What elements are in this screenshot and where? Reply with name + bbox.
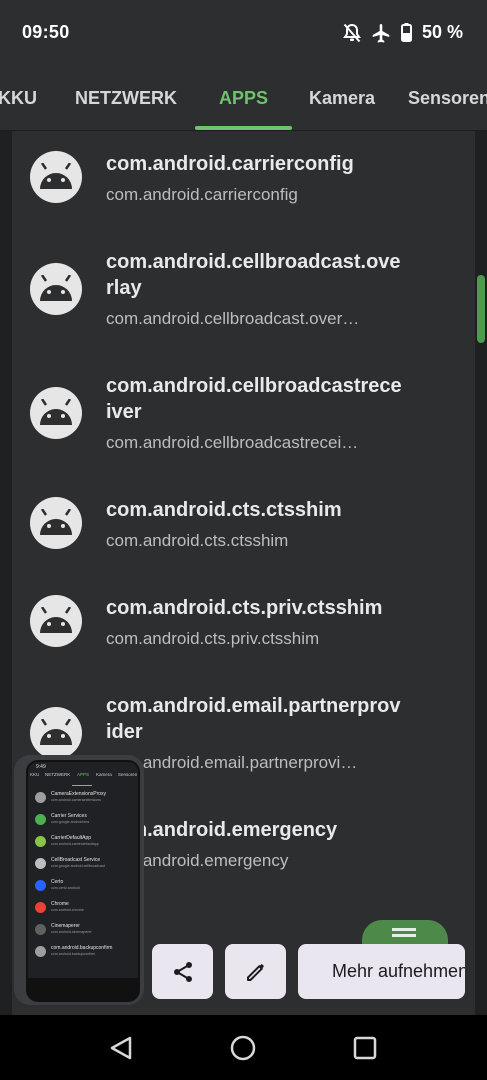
thumb-tabs: KKU NETZWERK APPS Kamera Sensoren <box>28 772 138 786</box>
thumb-app-package: com.android.chrome <box>51 908 84 912</box>
app-title: com.android.cts.priv.ctsshim <box>106 597 383 619</box>
thumb-app-name: CarrierDefaultApp <box>51 835 92 841</box>
capture-more-button[interactable]: Mehr aufnehmen <box>298 944 465 999</box>
thumb-list-item: com.android.backupconfirm com.android.ba… <box>35 944 131 962</box>
tab-kamera[interactable]: Kamera <box>309 88 375 109</box>
android-icon <box>30 497 82 549</box>
scrollbar-thumb[interactable] <box>477 275 485 343</box>
thumb-app-package: com.android.cameraextensions <box>51 798 101 802</box>
android-icon <box>30 707 82 759</box>
thumb-tab: KKU <box>30 772 40 777</box>
thumb-app-package: com.google.android.cellbroadcast <box>51 864 105 868</box>
thumb-app-name: Cinemaperer <box>51 923 80 929</box>
back-icon[interactable] <box>108 1035 134 1061</box>
thumb-nav-bar <box>28 978 138 1000</box>
app-title: com.android.carrierconfig <box>106 153 354 175</box>
tab-netzwerk[interactable]: NETZWERK <box>75 88 177 109</box>
thumb-app-package: com.android.cinemaperer <box>51 930 92 934</box>
pencil-icon <box>246 963 264 981</box>
android-icon <box>30 595 82 647</box>
share-button[interactable] <box>152 944 213 999</box>
app-package: com.android.cts.priv.ctsshim <box>106 629 320 648</box>
app-package: com.android.emergency <box>106 851 289 870</box>
thumb-time: 9:49 <box>36 764 46 770</box>
app-title: com.android.email.partnerprovider <box>106 695 401 743</box>
thumb-list-item: Chrome com.android.chrome <box>35 900 131 918</box>
battery-percent: 50 % <box>421 22 463 42</box>
thumb-tab: Sensoren <box>118 772 138 777</box>
thumb-app-package: com.google.android.ims <box>51 820 90 824</box>
thumb-app-name: com.android.backupconfirm <box>51 945 113 951</box>
thumb-list-item: CarrierDefaultApp com.android.carrierdef… <box>35 834 131 852</box>
thumb-list-item: Cinemaperer com.android.cinemaperer <box>35 922 131 940</box>
status-icons: 50 % <box>343 22 463 43</box>
menu-icon <box>392 928 416 931</box>
app-icon <box>35 858 46 869</box>
thumb-app-name: Chrome <box>51 901 69 907</box>
recents-icon[interactable] <box>353 1036 377 1060</box>
thumb-list-item: Carrier Services com.google.android.ims <box>35 812 131 830</box>
thumb-list-item: CameraExtensionsProxy com.android.camera… <box>35 790 131 808</box>
capture-more-label: Mehr aufnehmen <box>332 961 465 981</box>
status-time: 09:50 <box>22 22 70 42</box>
android-icon <box>30 151 82 203</box>
app-icon <box>35 792 46 803</box>
app-icon <box>35 902 46 913</box>
thumb-app-package: com.android.backupconfirm <box>51 952 96 956</box>
thumb-app-name: Certo <box>51 879 64 885</box>
thumb-app-name: Carrier Services <box>51 813 87 819</box>
screenshot-edge-left <box>0 131 12 1015</box>
screenshot-thumbnail[interactable]: 9:49 KKU NETZWERK APPS Kamera Sensoren C… <box>26 760 140 1002</box>
navigation-bar <box>0 1015 487 1080</box>
tab-indicator <box>195 126 292 130</box>
thumb-app-name: CellBroadcast Service <box>51 857 101 863</box>
app-package: com.android.cellbroadcast.over… <box>106 309 360 328</box>
thumb-tab: APPS <box>77 772 90 777</box>
app-package: com.android.carrierconfig <box>106 185 298 204</box>
app-icon <box>35 924 46 935</box>
edit-button[interactable] <box>225 944 286 999</box>
thumb-list-item: CellBroadcast Service com.google.android… <box>35 856 131 874</box>
tab-bar: KKU NETZWERK APPS Kamera Sensoren <box>0 66 487 131</box>
tab-akku[interactable]: KKU <box>0 88 37 109</box>
airplane-mode-icon <box>372 23 390 42</box>
tab-sensoren[interactable]: Sensoren <box>408 88 487 109</box>
thumb-tab: NETZWERK <box>45 772 71 777</box>
app-title: com.android.cellbroadcast.overlay <box>106 251 401 299</box>
tab-apps[interactable]: APPS <box>219 88 268 109</box>
thumb-tab-indicator <box>72 785 92 786</box>
thumb-app-package: com.android.carrierdefaultapp <box>51 842 99 846</box>
app-package: com.android.cellbroadcastrecei… <box>106 433 359 452</box>
thumb-list-item: Certo com.certo.android <box>35 878 131 896</box>
app-package: com.android.email.partnerprovi… <box>106 753 358 772</box>
home-icon[interactable] <box>230 1035 256 1061</box>
app-title: com.android.cellbroadcastreceiver <box>106 375 402 423</box>
share-icon <box>173 961 192 982</box>
app-icon <box>35 880 46 891</box>
notifications-off-icon <box>343 23 361 42</box>
app-package: com.android.cts.ctsshim <box>106 531 289 550</box>
app-title: com.android.cts.ctsshim <box>106 499 342 521</box>
app-icon <box>35 836 46 847</box>
app-title: com.android.emergency <box>106 819 338 841</box>
battery-icon <box>400 23 412 42</box>
thumb-tab: Kamera <box>96 772 112 777</box>
android-icon <box>30 263 82 315</box>
thumb-app-name: CameraExtensionsProxy <box>51 791 107 797</box>
status-bar: 09:50 50 % <box>0 0 487 66</box>
app-icon <box>35 946 46 957</box>
android-icon <box>30 387 82 439</box>
app-icon <box>35 814 46 825</box>
thumb-app-package: com.certo.android <box>51 886 80 890</box>
screenshot-edge-right <box>475 131 487 1015</box>
